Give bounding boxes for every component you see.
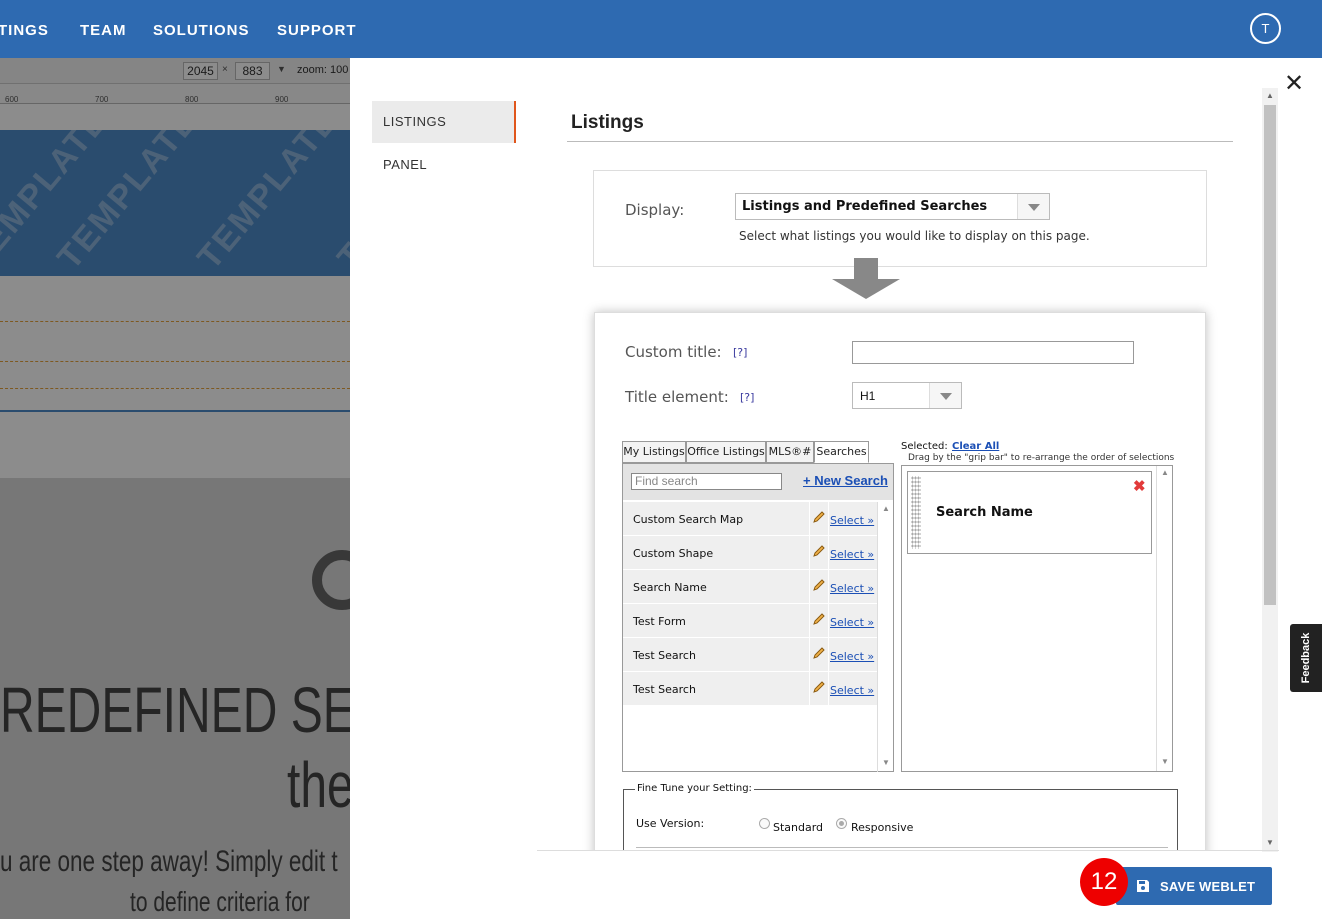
- chevron-down-icon[interactable]: [929, 383, 961, 408]
- custom-title-input[interactable]: [852, 341, 1134, 364]
- selected-scrollbar[interactable]: ▲ ▼: [1156, 466, 1172, 771]
- list-scrollbar[interactable]: ▲ ▼: [877, 502, 893, 772]
- weblet-settings-modal: ✕ LISTINGS PANEL Listings Display: Listi…: [350, 58, 1322, 919]
- fine-tune-legend: Fine Tune your Setting:: [635, 783, 754, 794]
- save-weblet-button[interactable]: SAVE WEBLET: [1116, 867, 1272, 905]
- search-name: Test Search: [633, 649, 696, 662]
- display-value: Listings and Predefined Searches: [742, 199, 988, 214]
- section-title: Listings: [571, 112, 644, 133]
- scroll-up-icon[interactable]: ▲: [1161, 468, 1169, 477]
- select-link[interactable]: Select »: [830, 616, 874, 629]
- radio-standard[interactable]: [759, 818, 770, 829]
- select-link[interactable]: Select »: [830, 650, 874, 663]
- scroll-thumb[interactable]: [1264, 105, 1276, 605]
- side-tab-listings[interactable]: LISTINGS: [372, 101, 516, 143]
- selected-item-name: Search Name: [936, 505, 1033, 520]
- tab-office-listings[interactable]: Office Listings: [686, 441, 766, 463]
- radio-responsive[interactable]: [836, 818, 847, 829]
- scroll-down-icon[interactable]: ▼: [1161, 757, 1169, 766]
- nav-item-listings[interactable]: TINGS: [0, 22, 49, 39]
- help-link[interactable]: [?]: [733, 346, 747, 359]
- nav-item-team[interactable]: TEAM: [80, 22, 127, 39]
- drag-help-text: Drag by the "grip bar" to re-arrange the…: [908, 453, 1175, 463]
- list-item: Test Form Select »: [623, 604, 877, 638]
- new-search-link[interactable]: + New Search: [803, 473, 888, 488]
- list-item: Custom Search Map Select »: [623, 502, 877, 536]
- feedback-tab[interactable]: Feedback: [1290, 624, 1322, 692]
- display-select[interactable]: Listings and Predefined Searches: [735, 193, 1050, 220]
- divider: [537, 850, 1279, 851]
- search-name: Custom Shape: [633, 547, 714, 560]
- list-item: Search Name Select »: [623, 570, 877, 604]
- selected-label: Selected:: [901, 441, 948, 452]
- scroll-down-icon[interactable]: ▼: [1266, 838, 1274, 847]
- chevron-down-icon[interactable]: [1017, 194, 1049, 219]
- modal-content: Listings Display: Listings and Predefine…: [537, 86, 1279, 851]
- radio-standard-label: Standard: [773, 821, 824, 834]
- floppy-disk-icon: [1137, 880, 1149, 892]
- title-element-select[interactable]: H1: [852, 382, 962, 409]
- feedback-label: Feedback: [1300, 632, 1312, 684]
- tab-my-listings[interactable]: My Listings: [622, 441, 686, 463]
- title-element-value: H1: [860, 389, 876, 403]
- list-item: Test Search Select »: [623, 672, 877, 706]
- radio-responsive-label: Responsive: [851, 821, 914, 834]
- selected-item[interactable]: Search Name ✖: [907, 471, 1152, 554]
- help-link[interactable]: [?]: [740, 391, 754, 404]
- title-element-label: Title element:: [625, 388, 729, 406]
- scroll-up-icon[interactable]: ▲: [882, 504, 890, 513]
- selected-list: Search Name ✖ ▲ ▼: [901, 465, 1173, 772]
- scroll-down-icon[interactable]: ▼: [882, 758, 890, 767]
- display-help: Select what listings you would like to d…: [739, 229, 1090, 243]
- search-name: Test Search: [633, 683, 696, 696]
- side-tab-panel[interactable]: PANEL: [372, 144, 516, 186]
- display-box: Display: Listings and Predefined Searche…: [593, 170, 1207, 267]
- list-item: Custom Shape Select »: [623, 536, 877, 570]
- pencil-icon[interactable]: [812, 646, 826, 660]
- select-link[interactable]: Select »: [830, 548, 874, 561]
- nav-item-support[interactable]: SUPPORT: [277, 22, 357, 39]
- tab-searches[interactable]: Searches: [814, 441, 869, 463]
- custom-title-label: Custom title:: [625, 343, 722, 361]
- divider: [636, 847, 1168, 848]
- search-name: Test Form: [633, 615, 686, 628]
- close-icon[interactable]: ✕: [1284, 72, 1304, 96]
- search-name: Search Name: [633, 581, 707, 594]
- pencil-icon[interactable]: [812, 544, 826, 558]
- select-link[interactable]: Select »: [830, 514, 874, 527]
- divider: [567, 141, 1233, 142]
- clear-all-link[interactable]: Clear All: [952, 441, 999, 452]
- find-row: Find search + New Search: [623, 464, 893, 500]
- top-nav: TINGS TEAM SOLUTIONS SUPPORT T: [0, 0, 1322, 58]
- step-badge: 12: [1080, 858, 1128, 906]
- search-list: Find search + New Search Custom Search M…: [622, 463, 894, 772]
- tab-mls-number[interactable]: MLS®#: [766, 441, 814, 463]
- select-link[interactable]: Select »: [830, 582, 874, 595]
- search-name: Custom Search Map: [633, 513, 744, 526]
- grip-bar-icon[interactable]: [911, 476, 921, 549]
- pencil-icon[interactable]: [812, 510, 826, 524]
- pencil-icon[interactable]: [812, 578, 826, 592]
- avatar[interactable]: T: [1250, 13, 1281, 44]
- display-label: Display:: [625, 201, 685, 219]
- nav-item-solutions[interactable]: SOLUTIONS: [153, 22, 250, 39]
- remove-icon[interactable]: ✖: [1133, 477, 1146, 495]
- modal-scrollbar[interactable]: ▲ ▼: [1262, 88, 1278, 852]
- modal-backdrop[interactable]: [0, 58, 350, 919]
- scroll-up-icon[interactable]: ▲: [1266, 91, 1274, 100]
- list-item: Test Search Select »: [623, 638, 877, 672]
- select-link[interactable]: Select »: [830, 684, 874, 697]
- pencil-icon[interactable]: [812, 612, 826, 626]
- find-search-input[interactable]: Find search: [631, 473, 782, 490]
- save-weblet-label: SAVE WEBLET: [1160, 879, 1256, 894]
- fine-tune-fieldset: Fine Tune your Setting: Use Version: Sta…: [623, 783, 1178, 851]
- search-rows: Custom Search Map Select » Custom Shape …: [623, 502, 877, 706]
- listing-options-panel: Custom title: [?] Title element: [?] H1 …: [594, 312, 1206, 851]
- pencil-icon[interactable]: [812, 680, 826, 694]
- use-version-label: Use Version:: [636, 817, 705, 830]
